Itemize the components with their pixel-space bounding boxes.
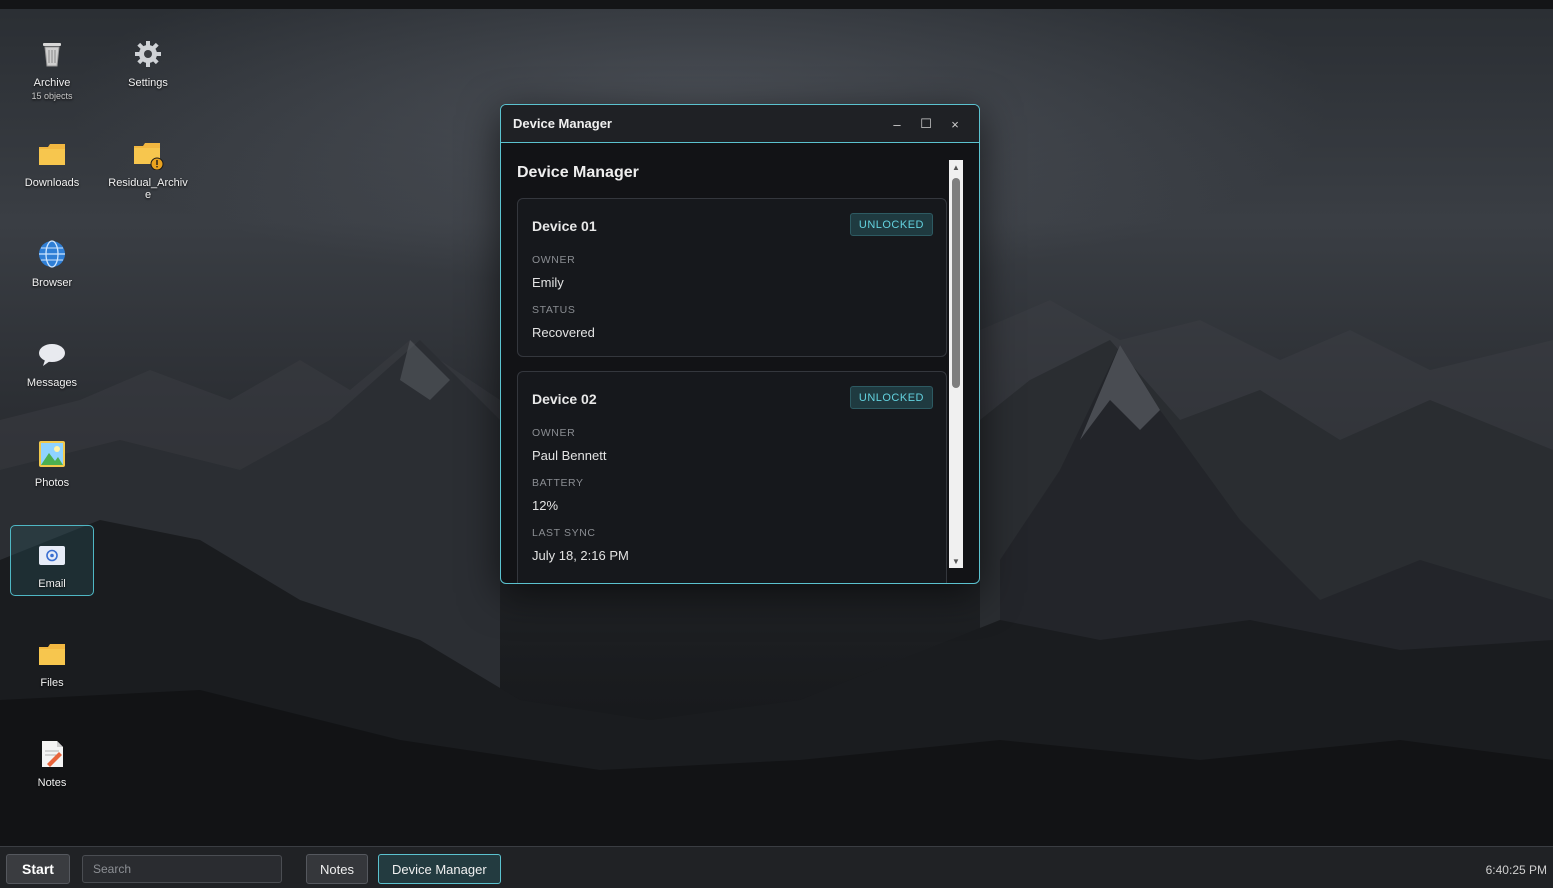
folder-warning-icon (132, 138, 164, 170)
field-value: Paul Bennett (532, 448, 607, 463)
taskbar-item-notes[interactable]: Notes (306, 854, 368, 884)
desktop-icon-label: Residual_Archive (108, 177, 188, 201)
window-title: Device Manager (513, 116, 612, 131)
taskbar: Start Notes Device Manager 6:40:25 PM (0, 846, 1553, 888)
globe-icon (36, 238, 68, 270)
device-card: Device 02 UNLOCKED OWNER Paul Bennett BA… (517, 371, 947, 583)
image-icon (36, 438, 68, 470)
field-value: July 18, 2:16 PM (532, 548, 629, 563)
desktop-icon-label: Browser (31, 277, 73, 289)
maximize-button[interactable]: ☐ (916, 114, 936, 134)
device-manager-window[interactable]: Device Manager – ☐ × Device Manager Devi… (500, 104, 980, 584)
field-label: BATTERY (532, 477, 584, 489)
desktop-icon-label: Photos (34, 477, 70, 489)
field-label: LAST SYNC (532, 527, 596, 539)
desktop-icon-label: Settings (128, 77, 168, 89)
desktop-icon-label: Notes (37, 777, 67, 789)
status-badge: UNLOCKED (849, 386, 933, 409)
desktop-icon-archive[interactable]: Archive 15 objects (10, 38, 94, 108)
start-button[interactable]: Start (6, 854, 70, 884)
desktop-icon-label: Messages (26, 377, 78, 389)
window-titlebar[interactable]: Device Manager – ☐ × (501, 105, 979, 143)
taskbar-item-device-manager[interactable]: Device Manager (378, 854, 501, 884)
device-card: Device 01 UNLOCKED OWNER Emily STATUS Re… (517, 198, 947, 357)
gear-icon (132, 38, 164, 70)
minimize-button[interactable]: – (887, 114, 907, 134)
page-title: Device Manager (517, 164, 639, 181)
window-content: Device Manager Device 01 UNLOCKED OWNER … (501, 144, 979, 583)
field-value: 12% (532, 498, 559, 513)
desktop-icon-notes[interactable]: Notes (10, 738, 94, 808)
desktop-icon-files[interactable]: Files (10, 638, 94, 708)
close-button[interactable]: × (945, 114, 965, 134)
scroll-up-arrow-icon[interactable]: ▲ (949, 160, 963, 174)
device-name: Device 02 (532, 391, 597, 407)
scrollbar-thumb[interactable] (952, 178, 960, 388)
desktop-icon-settings[interactable]: Settings (106, 38, 190, 108)
desktop-icon-downloads[interactable]: Downloads (10, 138, 94, 208)
email-icon (36, 539, 68, 571)
folder-icon (36, 138, 68, 170)
search-input[interactable] (82, 855, 282, 883)
device-name: Device 01 (532, 218, 597, 234)
desktop-icon-messages[interactable]: Messages (10, 338, 94, 408)
field-label: OWNER (532, 427, 576, 439)
desktop-icon-label: Files (40, 677, 64, 689)
desktop-icon-browser[interactable]: Browser (10, 238, 94, 308)
desktop-icon-label: Email (38, 578, 66, 590)
chat-bubble-icon (36, 338, 68, 370)
field-value: Emily (532, 275, 564, 290)
desktop-icon-label: Archive (33, 77, 71, 89)
clock: 6:40:25 PM (1485, 863, 1547, 877)
field-value: Recovered (532, 325, 595, 340)
desktop-icon-label: Downloads (24, 177, 80, 189)
field-label: OWNER (532, 254, 576, 266)
desktop-icon-photos[interactable]: Photos (10, 438, 94, 508)
notes-icon (36, 738, 68, 770)
trash-icon (36, 38, 68, 70)
desktop-icon-sublabel: 15 objects (31, 91, 73, 101)
desktop-icon-email[interactable]: Email (10, 525, 94, 596)
desktop-icon-residual-archive[interactable]: Residual_Archive (106, 138, 190, 208)
top-bar (0, 0, 1553, 9)
folder-icon (36, 638, 68, 670)
status-badge: UNLOCKED (849, 213, 933, 236)
field-label: STATUS (532, 304, 576, 316)
scroll-down-arrow-icon[interactable]: ▼ (949, 554, 963, 568)
scrollbar[interactable]: ▲ ▼ (949, 160, 963, 568)
